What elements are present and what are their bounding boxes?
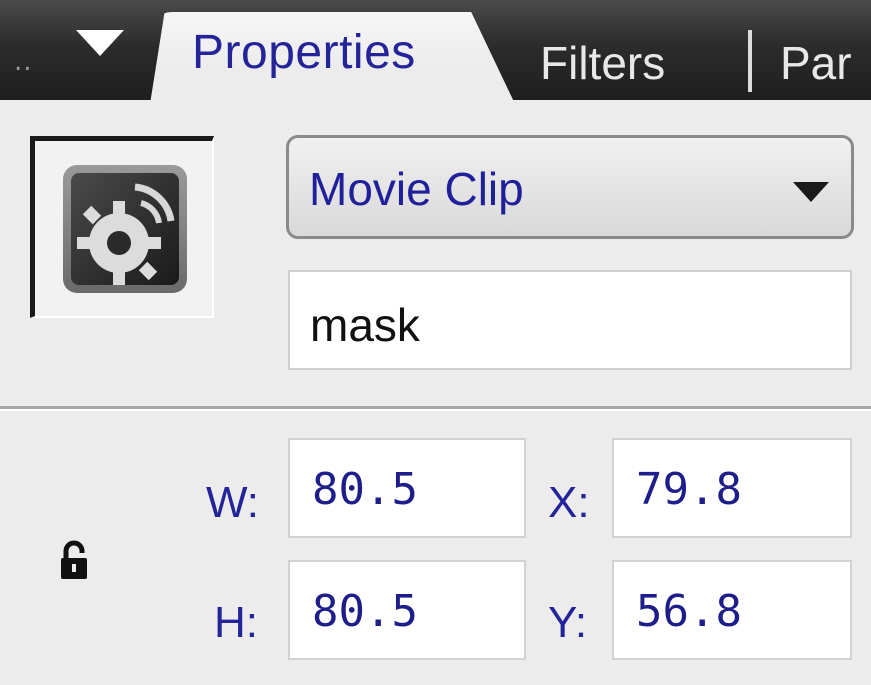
y-value: 56.8 [636, 586, 742, 637]
x-value: 79.8 [636, 464, 742, 515]
tab-filters[interactable]: Filters [540, 36, 665, 90]
tab-separator [748, 30, 752, 92]
instance-name-field[interactable]: mask [288, 270, 852, 370]
movie-clip-symbol-icon [63, 165, 187, 293]
x-field[interactable]: 79.8 [612, 438, 852, 538]
width-value: 80.5 [312, 464, 418, 515]
panel-tab-strip: .. Properties Filters Par [0, 0, 871, 104]
tab-properties[interactable]: Properties [150, 12, 515, 104]
instance-name-value: mask [310, 299, 420, 351]
section-divider-highlight [0, 409, 871, 411]
y-label: Y: [548, 598, 588, 647]
height-label: H: [214, 598, 258, 647]
lock-icon[interactable] [60, 540, 88, 580]
tab-parameters[interactable]: Par [780, 36, 852, 90]
symbol-preview [30, 136, 214, 318]
y-field[interactable]: 56.8 [612, 560, 852, 660]
height-value: 80.5 [312, 586, 418, 637]
panel-menu-icon[interactable] [76, 30, 124, 56]
symbol-type-value: Movie Clip [309, 163, 524, 215]
chevron-down-icon [793, 182, 829, 202]
x-label: X: [548, 478, 590, 527]
panel-grip[interactable]: .. [14, 49, 33, 75]
width-field[interactable]: 80.5 [288, 438, 526, 538]
symbol-type-dropdown[interactable]: Movie Clip [286, 135, 854, 239]
height-field[interactable]: 80.5 [288, 560, 526, 660]
tab-properties-label: Properties [192, 25, 416, 79]
width-label: W: [206, 478, 259, 527]
